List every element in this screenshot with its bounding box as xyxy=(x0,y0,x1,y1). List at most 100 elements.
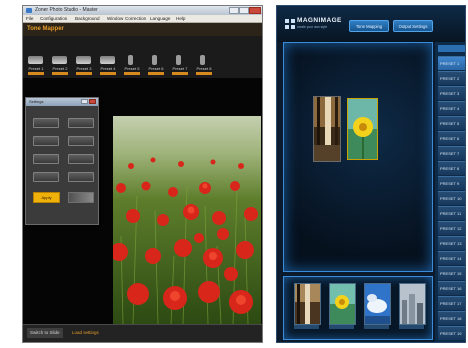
panel-titlebar[interactable]: Settings xyxy=(26,98,98,106)
preset-list-item[interactable]: PRESET 8 xyxy=(438,161,465,175)
preset-underline xyxy=(148,72,164,75)
sky-thumb-image xyxy=(365,284,390,324)
menu-help[interactable]: Help xyxy=(176,16,185,21)
city-thumb-image xyxy=(400,284,425,324)
preset-item[interactable]: Preset 4 xyxy=(97,53,119,77)
panel-button[interactable] xyxy=(33,172,59,182)
pushpin-icon xyxy=(176,55,181,65)
preset-list-item[interactable]: PRESET 4 xyxy=(438,101,465,115)
menu-background[interactable]: Background xyxy=(75,16,100,21)
flower-image xyxy=(348,99,377,159)
preset-thumbnail xyxy=(100,56,115,64)
pushpin-icon xyxy=(128,55,133,65)
preset-list-item[interactable]: PRESET 6 xyxy=(438,131,465,145)
preset-label: Preset 5 xyxy=(124,66,140,71)
close-icon[interactable] xyxy=(89,99,96,104)
preset-list-item[interactable]: PRESET 11 xyxy=(438,206,465,220)
menu-bar: File Configuration Background Window Cor… xyxy=(23,15,262,23)
panel-button[interactable] xyxy=(68,136,94,146)
floating-settings-panel: Settings Apply xyxy=(25,97,99,225)
bottom-toolbar: Switch to Slide Load settings xyxy=(23,324,262,342)
minimize-icon[interactable] xyxy=(229,7,239,14)
preset-list-item[interactable]: PRESET 3 xyxy=(438,86,465,100)
panel-button[interactable] xyxy=(68,172,94,182)
maximize-icon[interactable] xyxy=(239,7,249,14)
flower-thumb-image xyxy=(330,284,355,324)
filmstrip-thumb-sky[interactable] xyxy=(364,283,391,325)
preset-list-item[interactable]: PRESET 5 xyxy=(438,116,465,130)
thumb-label xyxy=(294,325,319,329)
preset-item[interactable]: Preset 1 xyxy=(25,53,47,77)
tab-tone-mapping[interactable]: Tone Mapping xyxy=(349,20,389,32)
preset-underline xyxy=(100,72,116,75)
preset-item[interactable]: Preset 6 xyxy=(145,53,167,77)
preset-list-item[interactable]: PRESET 13 xyxy=(438,236,465,250)
preset-item[interactable]: Preset 3 xyxy=(73,53,95,77)
menu-configuration[interactable]: Configuration xyxy=(40,16,67,21)
preset-label: Preset 2 xyxy=(52,66,68,71)
panel-thumbnail[interactable] xyxy=(68,192,94,203)
preset-item[interactable]: Preset 5 xyxy=(121,53,143,77)
filmstrip-thumb-forest[interactable] xyxy=(294,283,321,325)
preset-label: Preset 1 xyxy=(28,66,44,71)
preset-label: Preset 7 xyxy=(172,66,188,71)
title-bar: Zoner Photo Studio - Master xyxy=(23,6,262,15)
minimize-icon[interactable] xyxy=(81,99,88,104)
poppy-photo-image xyxy=(113,116,261,324)
panel-button[interactable] xyxy=(68,118,94,128)
preview-image-flower[interactable] xyxy=(347,98,378,160)
preset-list-item[interactable]: PRESET 19 xyxy=(438,326,465,340)
right-app-window: MAGNIMAGE create your own style Tone Map… xyxy=(276,5,466,343)
preset-list-item[interactable]: PRESET 1 xyxy=(438,56,465,70)
preset-list-item[interactable]: PRESET 9 xyxy=(438,176,465,190)
preset-item[interactable]: Preset 7 xyxy=(169,53,191,77)
close-icon[interactable] xyxy=(249,7,261,14)
preset-list-item[interactable]: PRESET 17 xyxy=(438,296,465,310)
menu-file[interactable]: File xyxy=(26,16,33,21)
load-settings-tab[interactable]: Load settings xyxy=(69,328,102,338)
sidebar-header xyxy=(438,45,465,52)
filmstrip xyxy=(283,276,433,340)
apply-button[interactable]: Apply xyxy=(33,192,60,203)
menu-correction[interactable]: Correction xyxy=(125,16,146,21)
preset-list-item[interactable]: PRESET 18 xyxy=(438,311,465,325)
thumb-label xyxy=(329,325,354,329)
preset-thumbnail xyxy=(76,56,91,64)
preset-list-item[interactable]: PRESET 15 xyxy=(438,266,465,280)
panel-button[interactable] xyxy=(33,136,59,146)
preset-list-item[interactable]: PRESET 2 xyxy=(438,71,465,85)
filmstrip-thumb-flower[interactable] xyxy=(329,283,356,325)
menu-language[interactable]: Language xyxy=(150,16,170,21)
preset-item[interactable]: Preset 2 xyxy=(49,53,71,77)
preset-underline xyxy=(52,72,68,75)
preset-label: Preset 6 xyxy=(148,66,164,71)
menu-window[interactable]: Window xyxy=(107,16,123,21)
app-tagline: create your own style xyxy=(297,25,328,29)
preset-list-item[interactable]: PRESET 16 xyxy=(438,281,465,295)
thumb-label xyxy=(399,325,424,329)
poppy-photo xyxy=(113,116,261,324)
panel-button[interactable] xyxy=(68,154,94,164)
panel-button[interactable] xyxy=(33,118,59,128)
preset-list-item[interactable]: PRESET 7 xyxy=(438,146,465,160)
window-title: Zoner Photo Studio - Master xyxy=(35,7,98,13)
panel-title: Settings xyxy=(29,99,44,104)
preset-row: Preset 1 Preset 2 Preset 3 Preset 4 Pres… xyxy=(23,36,262,78)
preset-underline xyxy=(28,72,44,75)
logo-icon xyxy=(285,19,295,29)
preset-underline xyxy=(196,72,212,75)
preview-image-forest[interactable] xyxy=(313,96,341,162)
tab-output-settings[interactable]: Output Settings xyxy=(393,20,433,32)
panel-button[interactable] xyxy=(33,154,59,164)
preset-underline xyxy=(124,72,140,75)
preset-list-item[interactable]: PRESET 12 xyxy=(438,221,465,235)
filmstrip-thumb-city[interactable] xyxy=(399,283,426,325)
switch-to-slide-tab[interactable]: Switch to Slide xyxy=(27,328,63,338)
preset-label: Preset 4 xyxy=(100,66,116,71)
left-app-window: Zoner Photo Studio - Master File Configu… xyxy=(22,5,263,343)
preset-item[interactable]: Preset 8 xyxy=(193,53,215,77)
preset-list-item[interactable]: PRESET 14 xyxy=(438,251,465,265)
panel-title: Tone Mapper xyxy=(27,26,64,32)
pushpin-icon xyxy=(152,55,157,65)
preset-list-item[interactable]: PRESET 10 xyxy=(438,191,465,205)
